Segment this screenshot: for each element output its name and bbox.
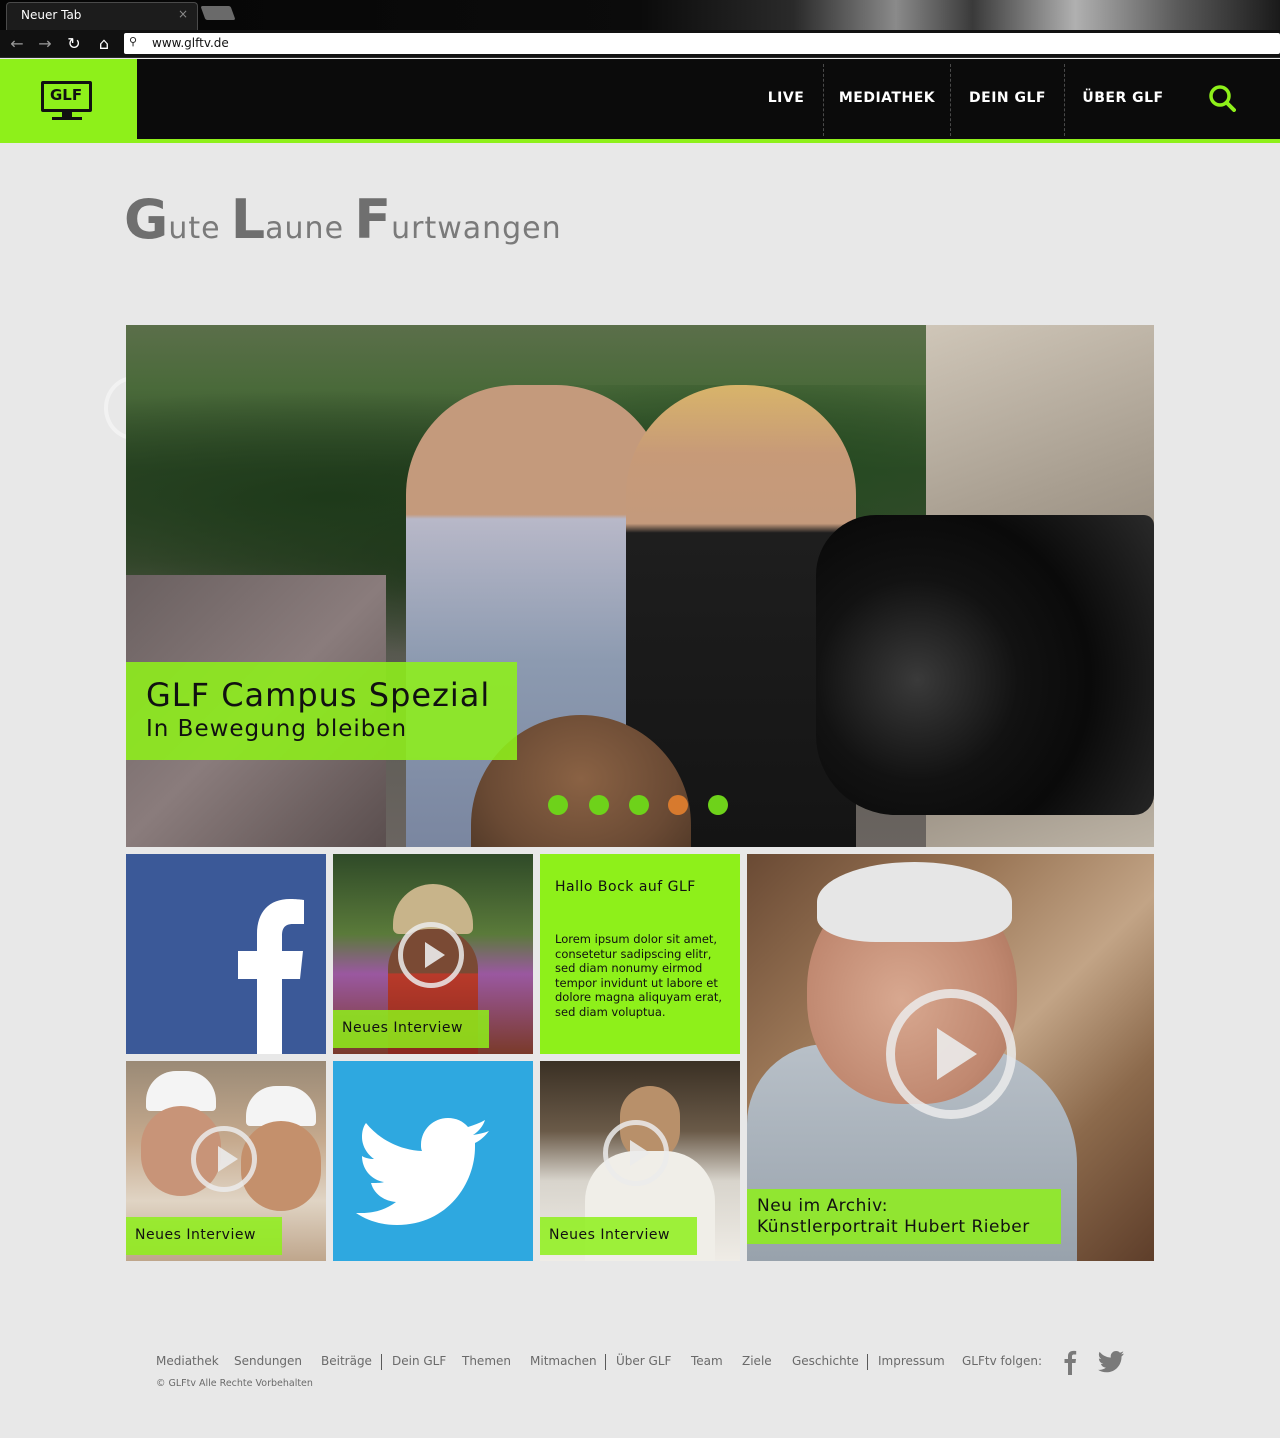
footer-link-geschichte[interactable]: Geschichte [792, 1354, 859, 1368]
hero-title: GLF Campus Spezial [146, 676, 491, 714]
footer-link-team[interactable]: Team [691, 1354, 723, 1368]
twitter-icon [356, 1118, 489, 1225]
headline-rest: ute [168, 211, 221, 246]
interview-tile[interactable]: Neues Interview [540, 1061, 740, 1261]
interview-label-text: Neues Interview [549, 1227, 670, 1243]
headline-rest: urtwangen [391, 211, 562, 246]
browser-tab-bar: Neuer Tab × [0, 0, 1280, 30]
interview-label: Neues Interview [333, 1010, 489, 1048]
play-triangle [630, 1140, 650, 1166]
interview-label-text: Neues Interview [342, 1020, 463, 1036]
browser-tab[interactable]: Neuer Tab × [6, 2, 198, 30]
play-triangle [218, 1146, 238, 1172]
archive-label: Neu im Archiv: Künstlerportrait Hubert R… [747, 1189, 1061, 1244]
chef-hat-shape [246, 1086, 316, 1126]
browser-tab-title: Neuer Tab [21, 8, 82, 22]
slider-dot[interactable] [589, 795, 609, 815]
forward-arrow-icon[interactable]: → [34, 33, 56, 55]
hero-camera [816, 515, 1154, 815]
footer-link-impressum[interactable]: Impressum [878, 1354, 945, 1368]
archive-tile[interactable]: Neu im Archiv: Künstlerportrait Hubert R… [747, 854, 1154, 1261]
play-triangle [425, 942, 445, 968]
slider-dot-active[interactable] [668, 795, 688, 815]
footer-follow-label: GLFtv folgen: [962, 1354, 1043, 1368]
headline-initial: L [230, 188, 266, 251]
text-tile-body: Lorem ipsum dolor sit amet, consetetur s… [555, 932, 723, 1019]
address-bar[interactable]: ⚲ www.glftv.de [124, 33, 1280, 54]
footer-facebook-icon[interactable] [1062, 1349, 1078, 1375]
copyright: © GLFtv Alle Rechte Vorbehalten [156, 1378, 313, 1389]
facebook-icon [238, 899, 304, 1054]
footer-link-dein-glf[interactable]: Dein GLF [392, 1354, 446, 1368]
footer-link-mitmachen[interactable]: Mitmachen [530, 1354, 597, 1368]
footer-link-ziele[interactable]: Ziele [742, 1354, 772, 1368]
footer-separator [381, 1354, 382, 1370]
url-text: www.glftv.de [152, 36, 229, 50]
portrait-hair [817, 862, 1012, 942]
archive-label-line1: Neu im Archiv: [757, 1196, 888, 1216]
headline-rest: aune [265, 211, 345, 246]
text-tile[interactable]: Hallo Bock auf GLF Lorem ipsum dolor sit… [540, 854, 740, 1054]
nav-live[interactable]: LIVE [756, 59, 816, 139]
search-icon[interactable] [1208, 84, 1236, 112]
interview-label: Neues Interview [540, 1217, 697, 1255]
footer-link-ueber-glf[interactable]: Über GLF [616, 1354, 671, 1368]
nav-separator [823, 64, 824, 136]
interview-tile[interactable]: Neues Interview [333, 854, 533, 1054]
chef-hat-shape [146, 1071, 216, 1111]
headline-initial: G [124, 188, 169, 251]
nav-ueber-glf[interactable]: ÜBER GLF [1074, 59, 1172, 139]
slider-dot[interactable] [548, 795, 568, 815]
hero-slide-image[interactable] [126, 325, 1154, 847]
nav-mediathek[interactable]: MEDIATHEK [832, 59, 942, 139]
interview-label-text: Neues Interview [135, 1227, 256, 1243]
nav-separator [950, 64, 951, 136]
hero-caption[interactable]: GLF Campus Spezial In Bewegung bleiben [126, 662, 517, 760]
nav-separator [1064, 64, 1065, 136]
page-headline: Gute Laune Furtwangen [124, 188, 562, 251]
reload-icon[interactable]: ↻ [63, 33, 85, 55]
tv-icon: GLF [41, 81, 92, 112]
slider-dot[interactable] [708, 795, 728, 815]
text-tile-title: Hallo Bock auf GLF [555, 879, 696, 895]
footer-link-sendungen[interactable]: Sendungen [234, 1354, 302, 1368]
tv-base [52, 117, 82, 120]
search-icon: ⚲ [129, 35, 138, 48]
play-triangle [937, 1028, 977, 1080]
footer-twitter-icon[interactable] [1097, 1350, 1125, 1374]
nav-dein-glf[interactable]: DEIN GLF [960, 59, 1055, 139]
footer-link-mediathek[interactable]: Mediathek [156, 1354, 219, 1368]
footer-separator [867, 1354, 868, 1370]
browser-toolbar: ← → ↻ ⌂ ⚲ www.glftv.de [0, 30, 1280, 58]
logo[interactable]: GLF [0, 59, 137, 143]
new-tab-button[interactable] [200, 6, 236, 20]
logo-text: GLF [50, 86, 83, 104]
home-icon[interactable]: ⌂ [93, 33, 115, 55]
close-tab-icon[interactable]: × [178, 7, 188, 21]
footer-separator [605, 1354, 606, 1370]
slider-dot[interactable] [629, 795, 649, 815]
twitter-tile[interactable] [333, 1061, 533, 1261]
headline-initial: F [354, 188, 392, 251]
footer-link-beitraege[interactable]: Beiträge [321, 1354, 372, 1368]
hero-subtitle: In Bewegung bleiben [146, 716, 408, 742]
header-accent-line [0, 139, 1280, 143]
interview-label: Neues Interview [126, 1217, 282, 1255]
footer-link-themen[interactable]: Themen [462, 1354, 511, 1368]
back-arrow-icon[interactable]: ← [6, 33, 28, 55]
interview-tile[interactable]: Neues Interview [126, 1061, 326, 1261]
facebook-tile[interactable] [126, 854, 326, 1054]
archive-label-line2: Künstlerportrait Hubert Rieber [757, 1217, 1030, 1237]
